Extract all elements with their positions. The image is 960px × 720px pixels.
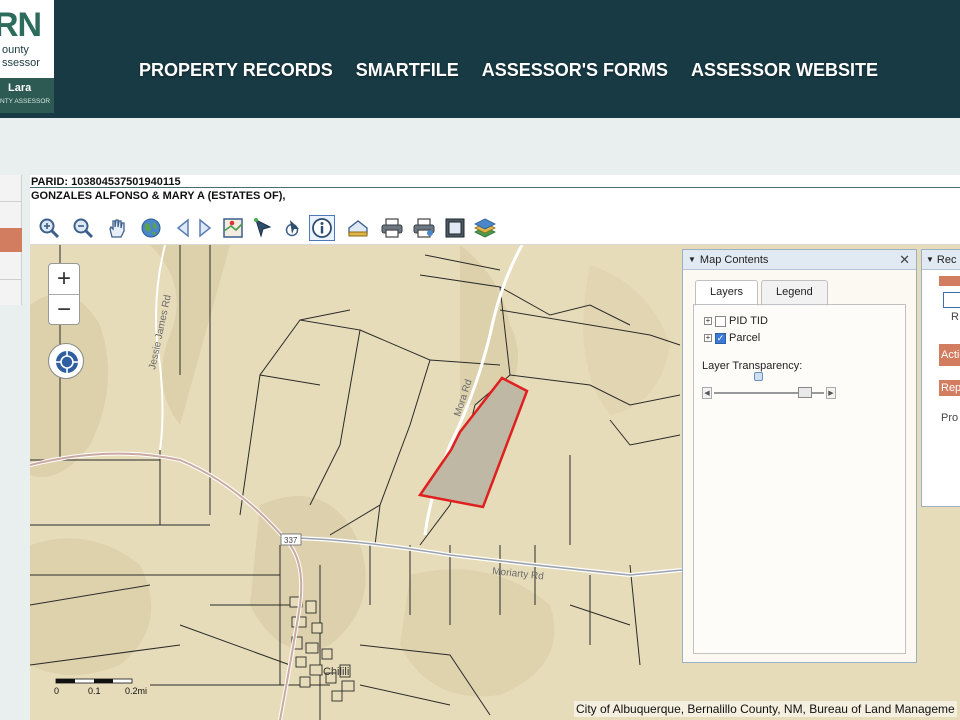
close-icon[interactable]: ✕: [899, 252, 910, 268]
logo-assessor-text: ssessor: [2, 57, 40, 69]
record-pro-label: Pro: [941, 412, 959, 424]
slider-knob[interactable]: [797, 387, 812, 398]
map-contents-tabs: Layers Legend: [695, 280, 828, 306]
layer-label-parcel: Parcel: [729, 332, 761, 344]
town-label-chilili: Chilili: [323, 666, 349, 678]
identify-arrow-icon[interactable]: [280, 215, 306, 241]
map-contents-header[interactable]: ▼ Map Contents: [683, 250, 916, 270]
nav-assessor-website[interactable]: ASSESSOR WEBSITE: [691, 60, 878, 81]
scale-tick-1: 0.1: [88, 686, 101, 696]
side-active-item[interactable]: [0, 228, 22, 252]
next-extent-icon[interactable]: [192, 215, 218, 241]
layer-label-pid-tid: PID TID: [729, 315, 768, 327]
export-map-icon[interactable]: [442, 215, 468, 241]
map-zoom-in-button[interactable]: +: [49, 264, 79, 294]
collapse-triangle-icon[interactable]: ▼: [688, 255, 696, 264]
zoom-control: + −: [48, 263, 80, 325]
layers-stack-icon[interactable]: [472, 215, 498, 241]
transparency-label: Layer Transparency:: [702, 360, 803, 372]
layer-row-pid-tid: + PID TID: [704, 315, 768, 327]
tab-layers[interactable]: Layers: [695, 280, 759, 306]
expand-plus-icon[interactable]: +: [704, 317, 712, 325]
print-icon[interactable]: [379, 215, 405, 241]
report-button[interactable]: Rep: [939, 380, 960, 396]
record-orange-bar: [939, 276, 960, 286]
layers-tab-body: + PID TID + ✓ Parcel Layer Transparency:…: [693, 304, 906, 654]
main-nav: PROPERTY RECORDS SMARTFILE ASSESSOR'S FO…: [139, 60, 878, 81]
map-toolbar: [30, 211, 960, 245]
record-panel-header[interactable]: ▼ Rec: [922, 250, 960, 270]
record-panel-title: Rec: [936, 253, 957, 266]
scale-bar: 0 0.1 0.2mi: [52, 677, 162, 697]
collapse-triangle-icon[interactable]: ▼: [926, 255, 934, 264]
tab-legend[interactable]: Legend: [761, 280, 828, 306]
map-zoom-out-button[interactable]: −: [49, 295, 79, 325]
parcel-info-divider: [30, 187, 960, 188]
nav-smartfile[interactable]: SMARTFILE: [356, 60, 459, 81]
logo-assessor-name: Lara: [8, 82, 32, 94]
owner-name: GONZALES ALFONSO & MARY A (ESTATES OF),: [31, 190, 286, 202]
slider-left-arrow-icon[interactable]: ◀: [702, 387, 712, 399]
zoom-in-tool-icon[interactable]: [36, 215, 62, 241]
map-contents-panel: ▼ Map Contents ✕ Layers Legend + PID TID…: [682, 249, 917, 663]
info-tool-icon[interactable]: [309, 215, 335, 241]
route-shield-337: 337: [284, 536, 298, 545]
action-button[interactable]: Actio: [939, 344, 960, 366]
scale-tick-0: 0: [54, 686, 59, 696]
expand-plus-icon[interactable]: +: [704, 334, 712, 342]
side-divider: [0, 201, 22, 202]
map-contents-title: Map Contents: [699, 253, 769, 266]
layer-row-parcel: + ✓ Parcel: [704, 332, 760, 344]
logo-subtitle: NTY ASSESSOR: [0, 98, 51, 105]
locate-crosshair-icon[interactable]: [48, 343, 84, 379]
transparency-indicator-icon[interactable]: [754, 372, 763, 381]
nav-assessors-forms[interactable]: ASSESSOR'S FORMS: [482, 60, 668, 81]
layer-checkbox-parcel[interactable]: ✓: [715, 332, 726, 344]
nav-property-records[interactable]: PROPERTY RECORDS: [139, 60, 333, 81]
logo-letters: RN: [0, 6, 42, 44]
parcel-info: PARID: 103804537501940115 GONZALES ALFON…: [30, 175, 960, 211]
slider-right-arrow-icon[interactable]: ▶: [826, 387, 836, 399]
pan-hand-icon[interactable]: [104, 215, 130, 241]
layer-checkbox-pid-tid[interactable]: [715, 315, 726, 327]
map-attribution: City of Albuquerque, Bernalillo County, …: [574, 701, 957, 717]
scale-tick-2: 0.2mi: [125, 686, 147, 696]
transparency-slider[interactable]: ◀ ▶: [702, 387, 838, 399]
record-panel: ▼ Rec R Actio Rep Pro: [921, 249, 960, 507]
logo-county-text: ounty: [2, 44, 29, 56]
zoom-out-tool-icon[interactable]: [70, 215, 96, 241]
record-r-label: R: [951, 311, 959, 323]
side-divider: [0, 279, 22, 280]
full-extent-globe-icon[interactable]: [138, 215, 164, 241]
print-preview-icon[interactable]: [411, 215, 437, 241]
select-pointer-icon[interactable]: [250, 215, 276, 241]
record-input-box[interactable]: [943, 292, 960, 308]
left-side-panel: [0, 175, 22, 305]
county-assessor-logo[interactable]: RN ounty ssessor Lara NTY ASSESSOR: [0, 0, 54, 113]
map-navigator-icon[interactable]: [220, 215, 246, 241]
measure-tool-icon[interactable]: [345, 215, 371, 241]
site-header: RN ounty ssessor Lara NTY ASSESSOR PROPE…: [0, 0, 960, 118]
